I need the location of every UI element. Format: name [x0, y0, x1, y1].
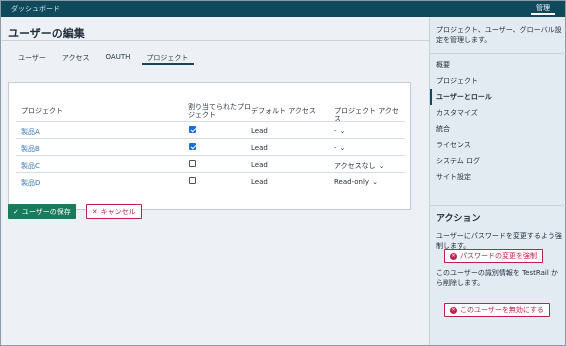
assigned-checkbox[interactable] — [189, 160, 196, 167]
tab-user[interactable]: ユーザー — [14, 53, 52, 65]
project-link[interactable]: 製品D — [21, 178, 40, 188]
sidebar-description: プロジェクト、ユーザー、グローバル設定を管理します。 — [436, 26, 562, 44]
sidebar-item-projects[interactable]: プロジェクト — [430, 73, 566, 89]
sidebar-item-system-log[interactable]: システム ログ — [430, 153, 566, 169]
check-icon: ✓ — [13, 208, 19, 216]
header-project: プロジェクト — [21, 107, 63, 115]
chevron-down-icon: ⌄ — [339, 126, 346, 135]
close-icon: ✕ — [91, 208, 98, 216]
actions-heading: アクション — [436, 214, 481, 224]
cancel-label: キャンセル — [100, 208, 136, 216]
project-access-select[interactable]: - ⌄ — [334, 144, 345, 152]
assigned-checkbox[interactable] — [189, 177, 196, 184]
sidebar-nav: 概要 プロジェクト ユーザーとロール カスタマイズ 統合 ライセンス システム … — [430, 57, 566, 185]
chevron-down-icon: ⌄ — [339, 143, 346, 152]
save-user-label: ユーザーの保存 — [21, 208, 71, 216]
force-password-change-button[interactable]: ✕ パスワードの変更を強制 — [444, 249, 543, 263]
save-user-button[interactable]: ✓ ユーザーの保存 — [8, 204, 76, 219]
default-access-value: Lead — [251, 178, 268, 186]
project-access-select[interactable]: Read-only ⌄ — [334, 178, 378, 186]
sidebar-item-integration[interactable]: 統合 — [430, 121, 566, 137]
sidebar-item-license[interactable]: ライセンス — [430, 137, 566, 153]
cancel-button[interactable]: ✕ キャンセル — [85, 204, 142, 219]
project-link[interactable]: 製品B — [21, 144, 40, 154]
chevron-down-icon: ⌄ — [378, 161, 385, 170]
divider — [430, 53, 566, 54]
project-access-value: - — [334, 127, 337, 135]
default-access-value: Lead — [251, 127, 268, 135]
top-bar: ダッシュボード 管理 — [1, 1, 565, 17]
divider — [2, 40, 429, 41]
chevron-down-icon: ⌄ — [372, 177, 378, 186]
table-header: プロジェクト 割り当てられたプロジェクト デフォルト アクセス プロジェクト ア… — [16, 101, 405, 123]
tab-access[interactable]: アクセス — [58, 53, 96, 65]
deactivate-user-label: このユーザーを無効にする — [460, 306, 544, 314]
admin-tab[interactable]: 管理 — [531, 1, 555, 15]
tab-oauth[interactable]: OAUTH — [102, 53, 137, 65]
divider — [430, 205, 566, 206]
project-access-value: - — [334, 144, 337, 152]
project-access-select[interactable]: アクセスなし ⌄ — [334, 161, 385, 171]
main-content: ユーザーの編集 ユーザー アクセス OAUTH プロジェクト プロジェクト 割り… — [1, 17, 429, 345]
close-circle-icon: ✕ — [450, 306, 457, 314]
projects-panel: プロジェクト 割り当てられたプロジェクト デフォルト アクセス プロジェクト ア… — [8, 82, 411, 210]
sidebar-item-site-settings[interactable]: サイト設定 — [430, 169, 566, 185]
default-access-value: Lead — [251, 144, 268, 152]
force-password-change-label: パスワードの変更を強制 — [460, 252, 537, 260]
table-row: 製品A Lead - ⌄ — [16, 121, 405, 138]
assigned-checkbox[interactable] — [189, 126, 196, 133]
table-row: 製品B Lead - ⌄ — [16, 138, 405, 155]
deactivate-text: このユーザーの識別情報を TestRail から削除します。 — [436, 269, 558, 287]
project-link[interactable]: 製品A — [21, 127, 40, 137]
admin-sidebar: プロジェクト、ユーザー、グローバル設定を管理します。 概要 プロジェクト ユーザ… — [429, 17, 566, 345]
project-access-value: Read-only — [334, 178, 370, 186]
dashboard-link[interactable]: ダッシュボード — [11, 4, 60, 14]
header-assigned: 割り当てられたプロジェクト — [188, 103, 251, 119]
project-access-select[interactable]: - ⌄ — [334, 127, 345, 135]
project-access-value: アクセスなし — [334, 162, 376, 170]
page-title: ユーザーの編集 — [8, 27, 85, 40]
sidebar-item-customize[interactable]: カスタマイズ — [430, 105, 566, 121]
table-row: 製品D Lead Read-only ⌄ — [16, 172, 405, 189]
sidebar-item-users-roles[interactable]: ユーザーとロール — [430, 89, 566, 105]
deactivate-user-button[interactable]: ✕ このユーザーを無効にする — [444, 303, 550, 317]
sidebar-item-overview[interactable]: 概要 — [430, 57, 566, 73]
default-access-value: Lead — [251, 161, 268, 169]
header-default-access: デフォルト アクセス — [251, 107, 316, 115]
tab-projects[interactable]: プロジェクト — [142, 53, 195, 65]
project-link[interactable]: 製品C — [21, 161, 40, 171]
projects-table: プロジェクト 割り当てられたプロジェクト デフォルト アクセス プロジェクト ア… — [16, 101, 405, 189]
assigned-checkbox[interactable] — [189, 143, 196, 150]
tab-bar: ユーザー アクセス OAUTH プロジェクト — [14, 53, 200, 65]
table-row: 製品C Lead アクセスなし ⌄ — [16, 155, 405, 172]
close-circle-icon: ✕ — [450, 252, 457, 260]
force-password-text: ユーザーにパスワードを変更するよう強制します。 — [436, 232, 562, 250]
form-buttons: ✓ ユーザーの保存 ✕ キャンセル — [8, 204, 142, 220]
